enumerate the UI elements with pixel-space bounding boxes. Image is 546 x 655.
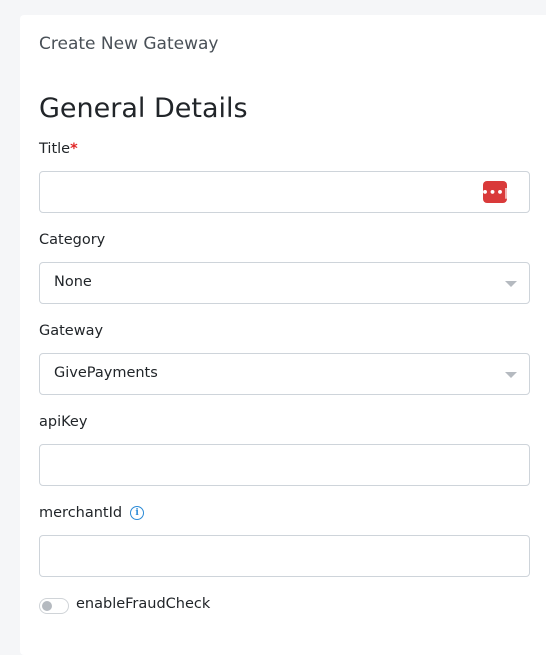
gateway-selected-value: GivePayments <box>54 365 158 381</box>
toggle-knob <box>42 601 52 611</box>
section-title: General Details <box>39 93 248 124</box>
category-select[interactable]: None <box>39 262 530 304</box>
title-label-text: Title <box>39 141 71 157</box>
chevron-down-icon <box>505 281 517 287</box>
api-key-input[interactable] <box>40 445 529 485</box>
chevron-down-icon <box>505 372 517 378</box>
gateway-select[interactable]: GivePayments <box>39 353 530 395</box>
api-key-field[interactable] <box>39 444 530 486</box>
enable-fraud-check-label: enableFraudCheck <box>76 596 211 612</box>
api-key-label: apiKey <box>39 414 88 430</box>
info-icon[interactable]: i <box>130 506 145 520</box>
title-field[interactable]: •••| <box>39 171 530 213</box>
category-selected-value: None <box>54 274 92 290</box>
enable-fraud-check-toggle[interactable] <box>39 598 69 614</box>
merchant-id-label: merchantId i <box>39 505 145 521</box>
merchant-id-input[interactable] <box>40 536 529 576</box>
merchant-id-field[interactable] <box>39 535 530 577</box>
title-input[interactable] <box>40 172 529 212</box>
merchant-id-label-text: merchantId <box>39 505 123 521</box>
gateway-label: Gateway <box>39 323 104 339</box>
required-mark: * <box>70 141 78 157</box>
gateway-form-card: Create New Gateway General Details Title… <box>20 15 546 655</box>
password-manager-icon[interactable]: •••| <box>481 181 508 203</box>
category-label: Category <box>39 232 106 248</box>
card-title: Create New Gateway <box>39 34 219 54</box>
title-label: Title* <box>39 141 78 157</box>
